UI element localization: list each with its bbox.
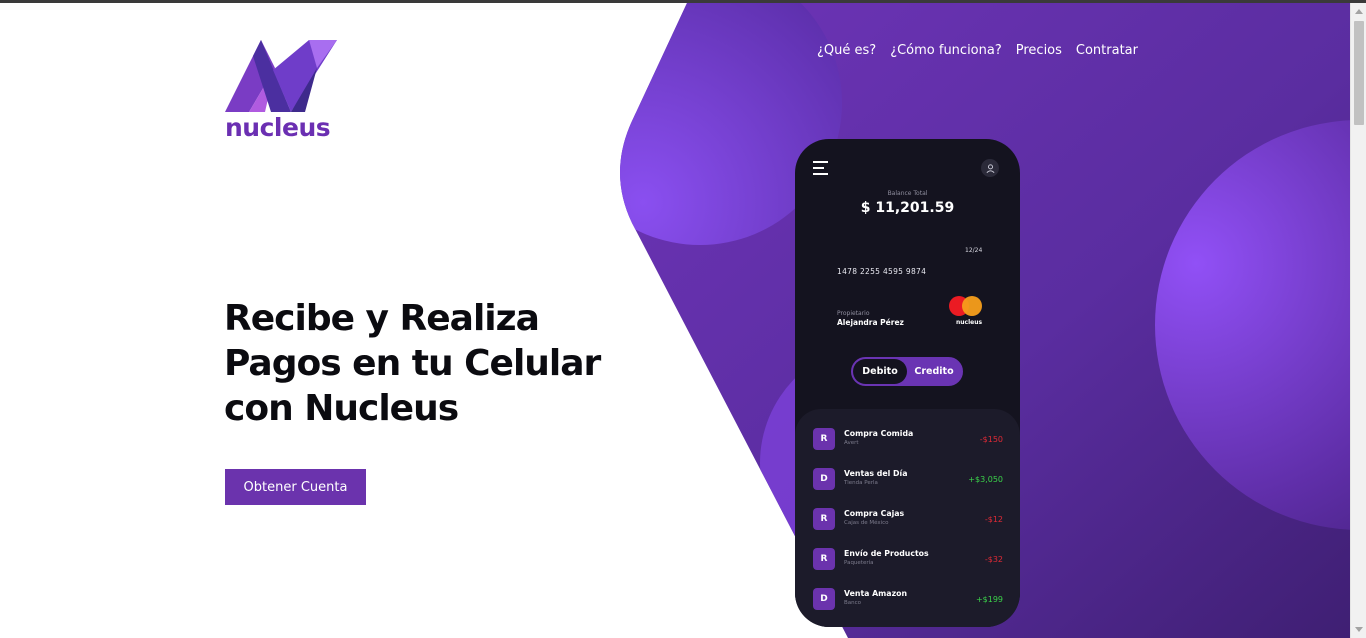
card-expiry: 12/24 <box>965 247 983 254</box>
toggle-credit[interactable]: Credito <box>907 359 961 384</box>
user-icon[interactable] <box>981 159 999 177</box>
main-nav: ¿Qué es? ¿Cómo funciona? Precios Contrat… <box>817 43 1138 58</box>
transaction-row[interactable]: R Envío de Productos Paquetería -$32 <box>813 546 1003 572</box>
nav-link-como-funciona[interactable]: ¿Cómo funciona? <box>890 43 1002 58</box>
transaction-row[interactable]: D Ventas del Día Tienda Perla +$3,050 <box>813 466 1003 492</box>
nav-link-que-es[interactable]: ¿Qué es? <box>817 43 876 58</box>
transaction-badge: D <box>813 588 835 610</box>
transaction-subtitle: Avert <box>844 440 859 446</box>
nav-link-precios[interactable]: Precios <box>1016 43 1062 58</box>
get-account-button[interactable]: Obtener Cuenta <box>225 469 366 505</box>
transaction-badge: R <box>813 508 835 530</box>
transaction-badge: R <box>813 428 835 450</box>
card-owner-name: Alejandra Pérez <box>837 318 904 327</box>
hero-title-line-2: Pagos en tu Celular <box>224 343 601 384</box>
transaction-amount: -$12 <box>984 515 1003 524</box>
transaction-subtitle: Banco <box>844 600 862 606</box>
transaction-name: Envío de Productos <box>844 549 929 558</box>
transaction-amount: +$3,050 <box>968 475 1003 484</box>
transaction-amount: -$150 <box>979 435 1003 444</box>
page-scrollbar[interactable] <box>1350 3 1366 638</box>
transaction-row[interactable]: R Compra Cajas Cajas de México -$12 <box>813 506 1003 532</box>
hero-purple-background <box>620 3 1350 638</box>
scroll-thumb[interactable] <box>1354 21 1364 125</box>
transaction-name: Compra Cajas <box>844 509 905 518</box>
transaction-row[interactable]: D Venta Amazon Banco +$199 <box>813 586 1003 612</box>
transaction-list: R Compra Comida Avert -$150 D Ventas del… <box>795 409 1020 627</box>
transaction-name: Venta Amazon <box>844 589 908 598</box>
hero-title-line-3: con Nucleus <box>224 388 459 429</box>
balance-label: Balance Total <box>887 190 928 197</box>
brand-wordmark[interactable]: nucleus <box>225 113 331 142</box>
phone-mockup: Balance Total $ 11,201.59 12/24 1478 225… <box>795 139 1020 627</box>
hero-title-line-1: Recibe y Realiza <box>224 298 540 339</box>
landing-page: nucleus ¿Qué es? ¿Cómo funciona? Precios… <box>0 0 1366 638</box>
mastercard-icon <box>949 296 983 318</box>
hamburger-menu-icon[interactable] <box>813 161 828 175</box>
transaction-subtitle: Cajas de México <box>844 520 889 526</box>
scroll-down-arrow-icon[interactable] <box>1355 627 1363 632</box>
transaction-name: Ventas del Día <box>844 469 908 478</box>
nav-link-contratar[interactable]: Contratar <box>1076 43 1138 58</box>
transaction-row[interactable]: R Compra Comida Avert -$150 <box>813 426 1003 452</box>
hero-title: Recibe y Realiza Pagos en tu Celular con… <box>224 296 644 431</box>
transaction-amount: +$199 <box>975 595 1003 604</box>
transaction-badge: R <box>813 548 835 570</box>
transaction-subtitle: Tienda Perla <box>844 480 878 486</box>
card-owner-label: Propietario <box>837 310 870 317</box>
card-number: 1478 2255 4595 9874 <box>837 267 927 276</box>
transaction-name: Compra Comida <box>844 429 914 438</box>
scroll-up-arrow-icon[interactable] <box>1355 9 1363 14</box>
transaction-subtitle: Paquetería <box>844 560 874 566</box>
card-brand-label: nucleus <box>956 319 983 326</box>
transaction-amount: -$32 <box>984 555 1003 564</box>
balance-amount: $ 11,201.59 <box>860 200 955 216</box>
transaction-badge: D <box>813 468 835 490</box>
toggle-debit[interactable]: Debito <box>853 359 907 384</box>
card-type-toggle: Debito Credito <box>851 357 963 386</box>
